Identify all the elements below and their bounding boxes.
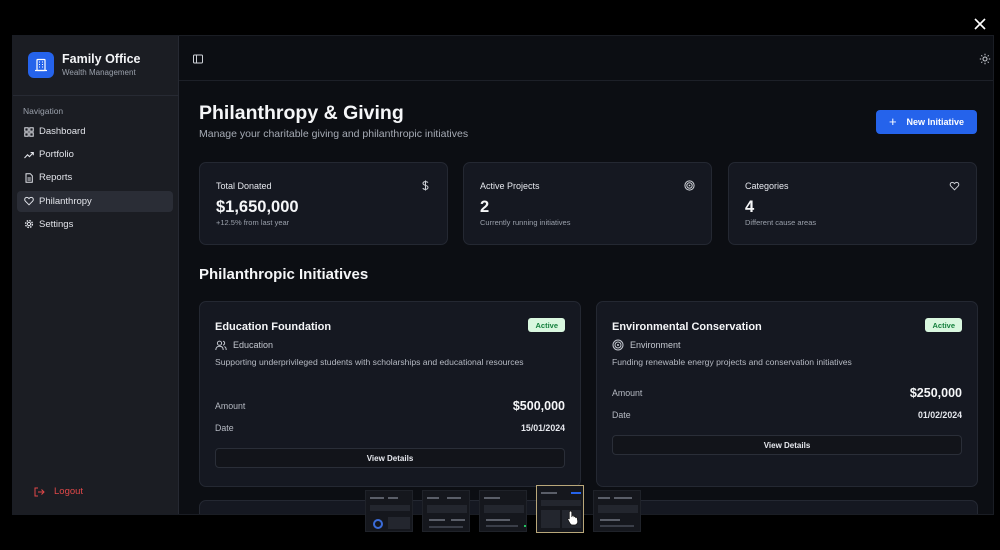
sidebar-divider <box>13 95 179 96</box>
logout-button[interactable]: Logout <box>34 486 83 497</box>
section-title: Philanthropic Initiatives <box>199 266 369 283</box>
trending-up-icon <box>24 150 34 160</box>
close-icon[interactable] <box>970 14 990 34</box>
sun-icon[interactable] <box>979 52 991 65</box>
new-initiative-label: New Initiative <box>906 117 965 127</box>
users-icon <box>215 339 227 351</box>
sidebar-item-label: Philanthropy <box>39 195 92 207</box>
hand-cursor-icon <box>567 510 579 531</box>
target-icon <box>684 180 695 191</box>
stat-subtext: Currently running initiatives <box>480 218 571 227</box>
stat-card-total-donated: Total Donated $1,650,000 +12.5% from las… <box>199 162 448 245</box>
initiative-card-partial <box>596 500 978 514</box>
amount-row: Amount $500,000 <box>215 399 565 413</box>
target-icon <box>612 339 624 351</box>
stat-label: Total Donated <box>216 181 272 191</box>
thumbnail[interactable] <box>593 490 641 532</box>
initiative-description: Funding renewable energy projects and co… <box>612 357 852 367</box>
sidebar-item-philanthropy[interactable]: Philanthropy <box>17 190 173 212</box>
initiative-title: Education Foundation <box>215 321 332 333</box>
logout-icon <box>34 487 45 497</box>
stat-value: 2 <box>480 198 490 216</box>
amount-label: Amount <box>215 401 246 411</box>
amount-label: Amount <box>612 388 643 398</box>
sidebar-nav: Dashboard Portfolio Reports Philanthropy <box>17 121 173 237</box>
sidebar-toggle-icon[interactable] <box>192 52 204 64</box>
brand-title: Family Office <box>62 52 141 66</box>
sidebar: Family Office Wealth Management Navigati… <box>13 36 179 514</box>
nav-section-label: Navigation <box>23 106 64 116</box>
sidebar-item-label: Reports <box>39 172 73 184</box>
sidebar-item-dashboard[interactable]: Dashboard <box>17 121 173 142</box>
sidebar-item-settings[interactable]: Settings <box>17 214 173 235</box>
date-label: Date <box>612 410 631 420</box>
status-badge: Active <box>925 318 962 332</box>
sidebar-item-label: Settings <box>39 218 74 230</box>
amount-row: Amount $250,000 <box>612 386 962 400</box>
stat-label: Active Projects <box>480 181 540 191</box>
sidebar-item-label: Portfolio <box>39 149 74 161</box>
brand-subtitle: Wealth Management <box>62 68 136 77</box>
date-value: 01/02/2024 <box>917 410 962 420</box>
heart-icon <box>24 196 34 206</box>
new-initiative-button[interactable]: + New Initiative <box>876 110 977 134</box>
file-text-icon <box>24 173 34 183</box>
heart-icon <box>949 180 960 191</box>
initiative-category: Education <box>215 339 273 351</box>
stat-card-active-projects: Active Projects 2 Currently running init… <box>463 162 712 245</box>
plus-icon: + <box>888 114 897 129</box>
date-label: Date <box>215 423 234 433</box>
date-row: Date 01/02/2024 <box>612 410 962 420</box>
view-details-button[interactable]: View Details <box>612 435 962 455</box>
thumbnail[interactable] <box>479 490 527 532</box>
page-title: Philanthropy & Giving <box>199 102 404 124</box>
initiative-title: Environmental Conservation <box>612 321 762 333</box>
view-details-button[interactable]: View Details <box>215 448 565 468</box>
app-window: Family Office Wealth Management Navigati… <box>12 35 994 515</box>
thumbnail[interactable] <box>365 490 413 532</box>
topbar <box>179 36 993 81</box>
initiative-category-label: Education <box>233 340 274 350</box>
amount-value: $250,000 <box>909 386 962 400</box>
status-badge: Active <box>528 318 565 332</box>
grid-icon <box>24 126 34 137</box>
date-row: Date 15/01/2024 <box>215 423 565 433</box>
stat-value: 4 <box>745 198 755 216</box>
donut-icon <box>373 519 383 529</box>
building-icon <box>28 52 54 78</box>
date-value: 15/01/2024 <box>520 423 565 433</box>
thumbnail-strip <box>365 485 645 533</box>
initiative-category: Environment <box>612 339 681 351</box>
initiative-category-label: Environment <box>630 340 681 350</box>
stat-value: $1,650,000 <box>216 198 299 216</box>
thumbnail[interactable] <box>422 490 470 532</box>
amount-value: $500,000 <box>512 399 565 413</box>
sidebar-item-label: Dashboard <box>39 126 86 137</box>
dollar-icon <box>420 180 431 191</box>
stat-subtext: Different cause areas <box>745 218 817 227</box>
initiative-description: Supporting underprivileged students with… <box>215 357 524 367</box>
logout-label: Logout <box>54 486 84 497</box>
page-subtitle: Manage your charitable giving and philan… <box>199 128 469 140</box>
stat-label: Categories <box>745 181 789 191</box>
brand[interactable]: Family Office Wealth Management <box>28 52 141 78</box>
stat-subtext: +12.5% from last year <box>216 218 290 227</box>
gear-icon <box>24 219 34 229</box>
initiative-card-environment: Environmental Conservation Active Enviro… <box>596 301 978 487</box>
main-content: Philanthropy & Giving Manage your charit… <box>179 81 993 514</box>
sidebar-item-reports[interactable]: Reports <box>17 167 173 188</box>
initiative-card-education: Education Foundation Active Education Su… <box>199 301 581 487</box>
stat-card-categories: Categories 4 Different cause areas <box>728 162 977 245</box>
sidebar-item-portfolio[interactable]: Portfolio <box>17 144 173 165</box>
